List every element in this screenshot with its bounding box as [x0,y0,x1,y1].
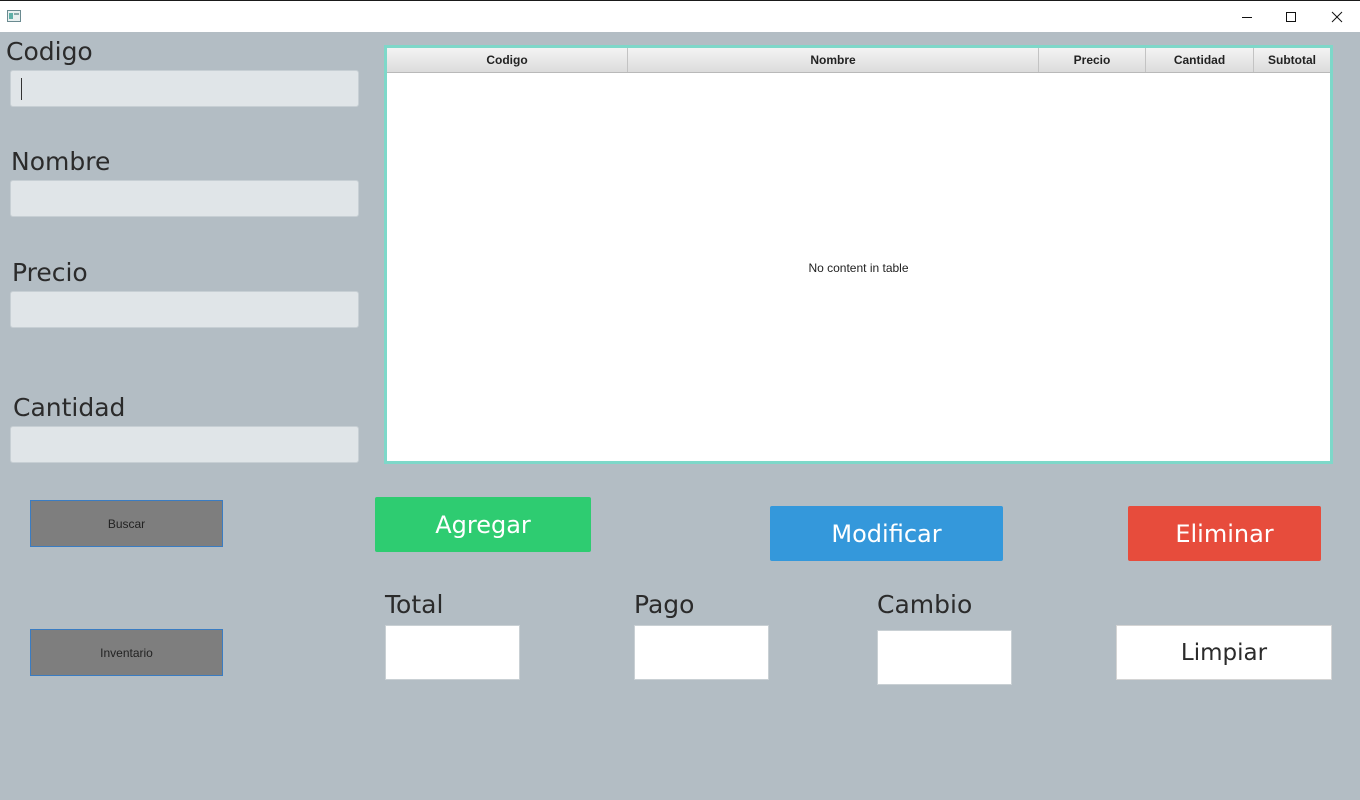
products-table[interactable]: Codigo Nombre Precio Cantidad Subtotal N… [384,45,1333,464]
codigo-input[interactable] [10,70,359,107]
inventario-button[interactable]: Inventario [30,629,223,676]
app-icon [7,10,21,22]
cambio-field[interactable] [877,630,1012,685]
eliminar-button[interactable]: Eliminar [1128,506,1321,561]
buscar-button[interactable]: Buscar [30,500,223,547]
limpiar-button[interactable]: Limpiar [1116,625,1332,680]
nombre-input[interactable] [10,180,359,217]
codigo-label: Codigo [6,37,93,66]
total-label: Total [385,590,444,619]
pago-label: Pago [634,590,695,619]
agregar-button[interactable]: Agregar [375,497,591,552]
cantidad-input[interactable] [10,426,359,463]
modificar-button[interactable]: Modificar [770,506,1003,561]
cantidad-label: Cantidad [13,393,126,422]
minimize-button[interactable] [1224,1,1270,32]
title-bar [0,0,1360,32]
column-header-nombre[interactable]: Nombre [628,48,1039,72]
nombre-label: Nombre [11,147,111,176]
precio-label: Precio [12,258,88,287]
column-header-subtotal[interactable]: Subtotal [1254,48,1330,72]
minimize-icon [1242,16,1252,18]
close-button[interactable] [1314,1,1360,32]
column-header-codigo[interactable]: Codigo [387,48,628,72]
precio-input[interactable] [10,291,359,328]
total-field[interactable] [385,625,520,680]
maximize-button[interactable] [1268,1,1314,32]
table-header: Codigo Nombre Precio Cantidad Subtotal [387,48,1330,73]
text-caret [21,78,22,100]
column-header-precio[interactable]: Precio [1039,48,1146,72]
maximize-icon [1286,11,1296,22]
table-empty-message: No content in table [808,261,909,275]
column-header-cantidad[interactable]: Cantidad [1146,48,1254,72]
pago-field[interactable] [634,625,769,680]
cambio-label: Cambio [877,590,973,619]
close-icon [1331,11,1343,22]
